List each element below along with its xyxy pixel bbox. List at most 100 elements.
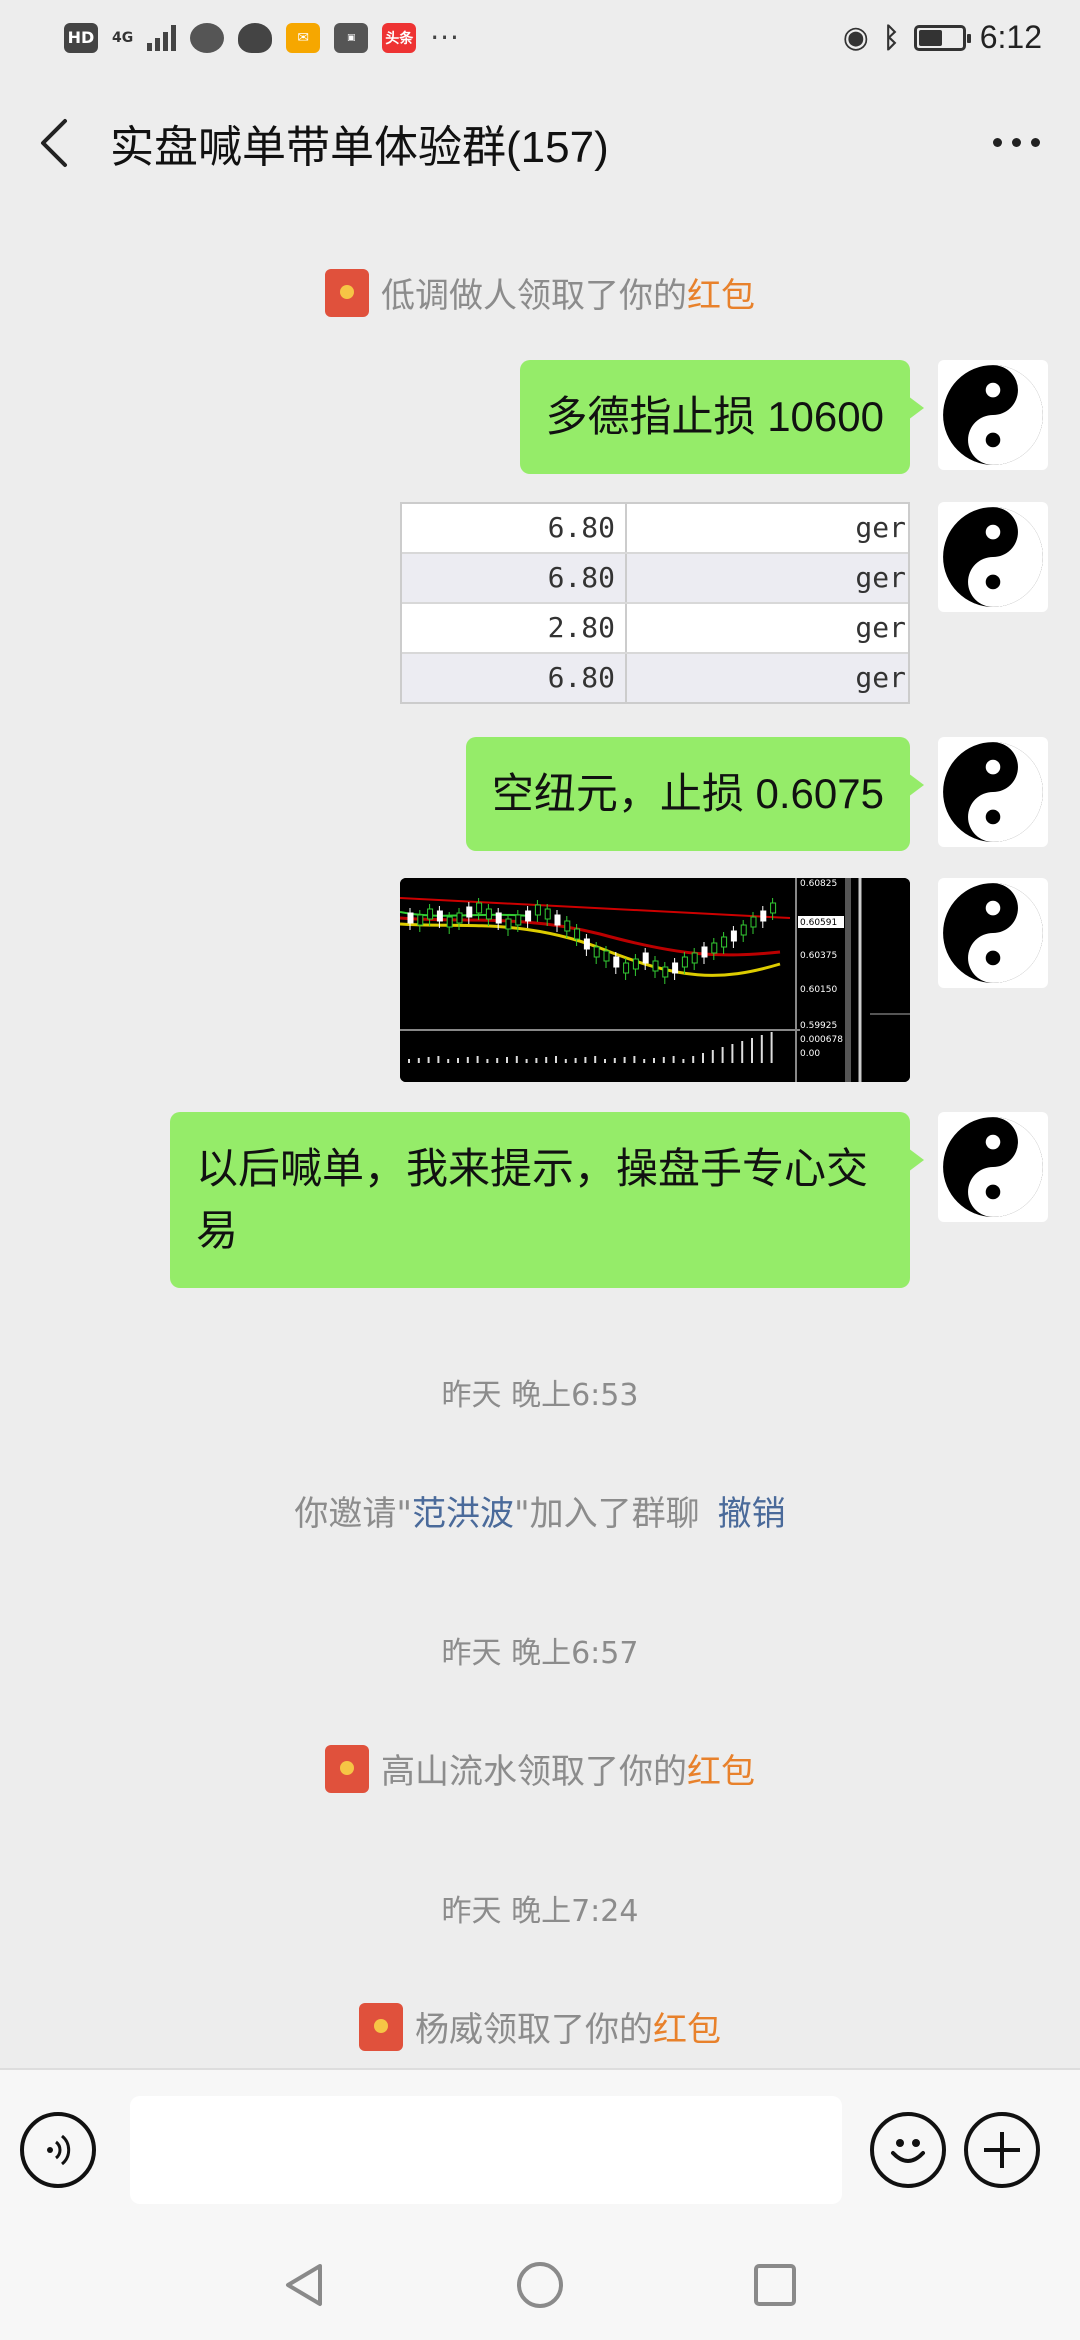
candle-body	[534, 904, 541, 916]
histogram-bar	[555, 1056, 557, 1063]
table-cell-tag: ger	[855, 511, 906, 544]
invite-notice: 你邀请" 范洪波 "加入了群聊 撤销	[0, 1486, 1080, 1535]
triangle-back-icon	[286, 2264, 322, 2306]
histogram-bar	[447, 1059, 450, 1063]
nav-home-button[interactable]	[510, 2255, 570, 2315]
candle-body	[485, 908, 492, 920]
histogram-bar	[692, 1056, 695, 1063]
back-arrow-icon	[41, 118, 67, 167]
histogram-bar	[417, 1058, 420, 1063]
invitee-name-link[interactable]: 范洪波	[412, 1486, 514, 1535]
red-packet-link[interactable]: 红包	[687, 1744, 755, 1793]
table-cell-value: 6.80	[402, 654, 627, 702]
message-bubble[interactable]: 以后喊单，我来提示，操盘手专心交易	[170, 1112, 924, 1288]
more-options-button[interactable]	[980, 113, 1052, 173]
message-input[interactable]	[130, 2096, 842, 2204]
table-cell-value: 6.80	[402, 504, 627, 552]
histogram-bar	[672, 1056, 675, 1063]
table-cell-tag: ger	[855, 661, 906, 694]
red-packet-notice: 低调做人 领取了你的 红包	[0, 268, 1080, 317]
image-message-table[interactable]: 6.80 ger 6.80 ger 2.80 ger 6.80 ger	[400, 502, 910, 704]
candle-body	[701, 946, 708, 958]
avatar[interactable]	[938, 1112, 1048, 1222]
status-bar: HD 4G ✉ ▣ 头条 ··· ◉ ᛒ 6:12	[0, 0, 1080, 75]
yin-yang-icon	[943, 1117, 1043, 1217]
chat-area[interactable]: 低调做人 领取了你的 红包 多德指止损 10600 6.80 ger 6.80 ger …	[0, 210, 1080, 2068]
yin-yang-icon	[943, 365, 1043, 465]
candle-body	[632, 958, 639, 970]
battery-level	[918, 29, 942, 46]
histogram-bar	[751, 1038, 753, 1063]
candle-body	[730, 930, 737, 942]
yin-yang-icon	[943, 742, 1043, 842]
eye-comfort-icon: ◉	[842, 20, 869, 55]
status-time: 6:12	[979, 19, 1042, 55]
nav-back-button[interactable]	[275, 2255, 335, 2315]
avatar[interactable]	[938, 360, 1048, 470]
back-button[interactable]	[28, 113, 80, 173]
emoji-icon	[891, 2139, 925, 2163]
price-label: 0.60591	[800, 918, 837, 928]
price-label: 0.59925	[800, 1021, 837, 1031]
status-left-icons: HD 4G ✉ ▣ 头条 ···	[64, 21, 460, 54]
histogram-bar	[525, 1059, 528, 1063]
histogram-bar	[662, 1057, 665, 1063]
histogram-bar	[457, 1058, 459, 1063]
yin-yang-icon	[943, 507, 1043, 607]
notice-text: 领取了你的	[517, 1752, 687, 1792]
notice-text: 领取了你的	[483, 2010, 653, 2050]
message-notification-icon	[190, 22, 225, 53]
voice-icon	[47, 2134, 71, 2166]
candle-body	[446, 916, 453, 928]
avatar[interactable]	[938, 502, 1048, 612]
histogram-bar	[584, 1057, 587, 1063]
histogram-bar	[466, 1057, 469, 1063]
plus-icon	[984, 2132, 1020, 2168]
status-right-icons: ◉ ᛒ 6:12	[843, 19, 1042, 56]
candle-body	[583, 938, 590, 950]
avatar[interactable]	[938, 737, 1048, 847]
red-packet-link[interactable]: 红包	[687, 268, 755, 317]
red-packet-icon	[325, 1744, 369, 1793]
more-functions-button[interactable]	[964, 2112, 1040, 2188]
revoke-link[interactable]: 撤销	[718, 1486, 786, 1535]
input-bar	[0, 2068, 1080, 2230]
message-bubble[interactable]: 多德指止损 10600	[519, 360, 925, 474]
red-packet-icon	[359, 2002, 403, 2051]
histogram-bar	[496, 1058, 499, 1063]
emoji-button[interactable]	[870, 2112, 946, 2188]
notice-user: 高山流水	[381, 1752, 517, 1792]
system-nav-bar	[0, 2230, 1080, 2340]
message-bubble[interactable]: 空纽元，止损 0.6075	[465, 737, 925, 851]
red-packet-notice: 高山流水 领取了你的 红包	[0, 1744, 1080, 1793]
histogram-bar	[574, 1058, 577, 1063]
candle-body	[574, 928, 581, 940]
nav-recents-button[interactable]	[745, 2255, 805, 2315]
candle-body	[770, 902, 777, 914]
candle-body	[515, 914, 522, 926]
histogram-bar	[721, 1047, 724, 1063]
notice-user: 低调做人	[381, 276, 517, 316]
histogram-bar	[653, 1058, 655, 1063]
candle-body	[456, 912, 463, 924]
bluetooth-icon: ᛒ	[882, 21, 900, 54]
notice-text: 领取了你的	[517, 276, 687, 316]
histogram-bar	[770, 1032, 773, 1063]
histogram-bar	[535, 1058, 538, 1063]
histogram-bar	[702, 1053, 704, 1063]
chat-header: 实盘喊单带单体验群(157)	[0, 75, 1080, 210]
table-row: 6.80 ger	[402, 504, 908, 554]
histogram-bar	[711, 1050, 714, 1063]
voice-button[interactable]	[20, 2112, 96, 2188]
table-cell-value: 2.80	[402, 604, 627, 652]
candle-body	[525, 910, 532, 922]
candle-body	[564, 920, 571, 932]
histogram-bar	[506, 1057, 508, 1063]
mail-notification-icon: ✉	[286, 22, 321, 53]
candle-body	[427, 908, 434, 920]
avatar[interactable]	[938, 878, 1048, 988]
candle-body	[623, 962, 630, 974]
toutiao-notification-icon: 头条	[382, 22, 417, 53]
image-message-chart[interactable]: 0.60825 0.60591 0.60375 0.60150 0.59925 …	[400, 878, 910, 1082]
red-packet-link[interactable]: 红包	[653, 2002, 721, 2051]
